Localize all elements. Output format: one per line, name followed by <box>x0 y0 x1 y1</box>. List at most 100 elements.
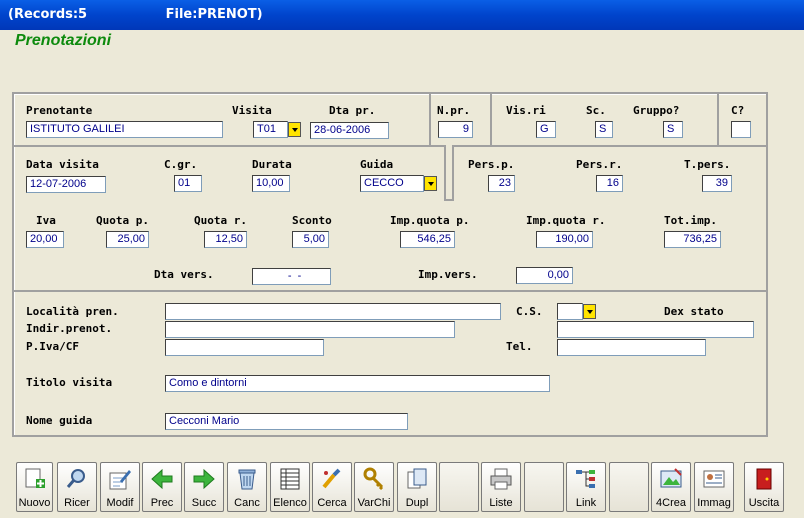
pers-p-field[interactable]: 23 <box>488 175 515 192</box>
exit-button[interactable]: Uscita <box>744 462 784 512</box>
cs-dropdown-icon[interactable] <box>583 304 596 319</box>
guida-dropdown-icon[interactable] <box>424 176 437 191</box>
dex-stato-field[interactable] <box>557 321 754 338</box>
empty-button-2[interactable] <box>524 462 564 512</box>
create-button[interactable]: 4Crea <box>651 462 691 512</box>
divider-mid <box>12 290 768 292</box>
vis-ri-field[interactable]: G <box>536 121 556 138</box>
title-bar: (Records:5 File:PRENOT) <box>0 0 804 30</box>
image-button[interactable]: Immag <box>694 462 734 512</box>
label-pers-r: Pers.r. <box>576 158 623 171</box>
trash-icon <box>238 469 256 490</box>
imp-quota-p-field[interactable]: 546,25 <box>400 231 455 248</box>
label-c-gr: C.gr. <box>164 158 198 171</box>
search-button[interactable]: Ricer <box>57 462 97 512</box>
list-icon <box>280 468 300 490</box>
dta-pr-field[interactable]: 28-06-2006 <box>310 122 389 139</box>
quota-p-field[interactable]: 25,00 <box>106 231 149 248</box>
print-button[interactable]: Liste <box>481 462 521 512</box>
search-icon <box>66 469 85 488</box>
imp-quota-r-field[interactable]: 190,00 <box>536 231 593 248</box>
create-label: 4Crea <box>656 497 686 509</box>
tot-imp-field[interactable]: 736,25 <box>664 231 721 248</box>
print-label: Liste <box>489 497 513 509</box>
keys-icon <box>363 467 384 491</box>
label-quota-r: Quota r. <box>194 214 247 227</box>
label-piva: P.Iva/CF <box>26 340 79 353</box>
durata-field[interactable]: 10,00 <box>252 175 290 192</box>
printer-icon <box>490 468 512 490</box>
divider-v1 <box>429 92 431 147</box>
file-name: File:PRENOT) <box>165 7 263 22</box>
visita-dropdown-icon[interactable] <box>288 122 301 137</box>
quota-r-field[interactable]: 12,50 <box>204 231 247 248</box>
arrow-right-icon <box>193 468 215 490</box>
label-vis-ri: Vis.ri <box>506 104 546 117</box>
piva-field[interactable] <box>165 339 324 356</box>
edit-icon <box>109 470 131 490</box>
new-record-icon <box>25 468 45 488</box>
label-durata: Durata <box>252 158 292 171</box>
link-icon <box>576 470 595 488</box>
label-prenotante: Prenotante <box>26 104 93 117</box>
gruppo-field[interactable]: S <box>663 121 683 138</box>
label-guida: Guida <box>360 158 394 171</box>
data-visita-field[interactable]: 12-07-2006 <box>26 176 106 193</box>
label-indir: Indir.prenot. <box>26 322 113 335</box>
label-imp-quota-r: Imp.quota r. <box>526 214 606 227</box>
list-button[interactable]: Elenco <box>270 462 310 512</box>
label-imp-quota-p: Imp.quota p. <box>390 214 470 227</box>
guida-field[interactable]: CECCO <box>360 175 424 192</box>
label-nome-guida: Nome guida <box>26 414 93 427</box>
divider-v4 <box>444 145 454 201</box>
n-pr-field[interactable]: 9 <box>438 121 473 138</box>
t-pers-field[interactable]: 39 <box>702 175 732 192</box>
delete-button[interactable]: Canc <box>227 462 267 512</box>
new-button[interactable]: Nuovo <box>16 462 53 512</box>
sconto-field[interactable]: 5,00 <box>292 231 329 248</box>
link-button[interactable]: Link <box>566 462 606 512</box>
label-tot-imp: Tot.imp. <box>664 214 717 227</box>
varchi-label: VarChi <box>357 497 391 509</box>
varchi-button[interactable]: VarChi <box>354 462 394 512</box>
label-cs: C.S. <box>516 305 543 318</box>
find-icon <box>322 468 341 489</box>
label-gruppo: Gruppo? <box>633 104 680 117</box>
label-n-pr: N.pr. <box>437 104 471 117</box>
create-icon <box>660 468 682 488</box>
search-label: Ricer <box>64 497 90 509</box>
imp-vers-field[interactable]: 0,00 <box>516 267 573 284</box>
empty-button-1[interactable] <box>439 462 479 512</box>
label-quota-p: Quota p. <box>96 214 149 227</box>
indir-field[interactable] <box>165 321 455 338</box>
sc-field[interactable]: S <box>595 121 613 138</box>
find-button[interactable]: Cerca <box>312 462 352 512</box>
visita-field[interactable]: T01 <box>253 121 288 138</box>
label-dta-vers: Dta vers. <box>154 268 214 281</box>
iva-field[interactable]: 20,00 <box>26 231 64 248</box>
prev-button[interactable]: Prec <box>142 462 182 512</box>
dta-vers-field[interactable]: - - <box>252 268 331 285</box>
prenotante-field[interactable]: ISTITUTO GALILEI <box>26 121 223 138</box>
duplicate-button[interactable]: Dupl <box>397 462 437 512</box>
label-imp-vers: Imp.vers. <box>418 268 478 281</box>
label-data-visita: Data visita <box>26 158 99 171</box>
toolbar: Nuovo Ricer Modif Prec Succ Canc Elenco … <box>8 462 796 512</box>
localita-field[interactable] <box>165 303 501 320</box>
nome-guida-field[interactable]: Cecconi Mario <box>165 413 408 430</box>
pers-r-field[interactable]: 16 <box>596 175 623 192</box>
edit-button[interactable]: Modif <box>100 462 140 512</box>
next-button[interactable]: Succ <box>184 462 224 512</box>
empty-button-3[interactable] <box>609 462 649 512</box>
tel-field[interactable] <box>557 339 706 356</box>
c-field[interactable] <box>731 121 751 138</box>
c-gr-field[interactable]: 01 <box>174 175 202 192</box>
arrow-left-icon <box>151 468 173 490</box>
divider-top <box>12 145 768 147</box>
cs-field[interactable] <box>557 303 583 320</box>
titolo-visita-field[interactable]: Como e dintorni <box>165 375 550 392</box>
label-sc: Sc. <box>586 104 606 117</box>
find-label: Cerca <box>317 497 347 509</box>
exit-label: Uscita <box>748 497 780 509</box>
label-dta-pr: Dta pr. <box>329 104 376 117</box>
